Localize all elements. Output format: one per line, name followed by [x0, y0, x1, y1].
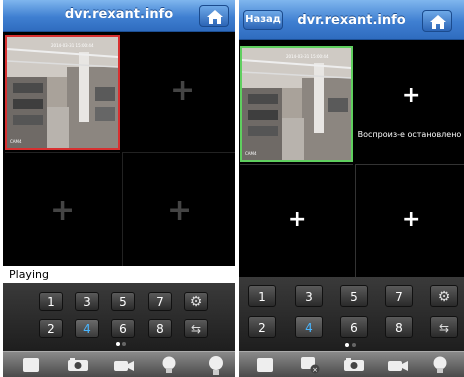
page-dot: [116, 342, 120, 346]
camera-timestamp: 2014-03-31 15:00:44: [286, 54, 329, 59]
control-panel: 1 3 5 7 ⚙ 2 4 6 8 ⇆: [3, 283, 235, 351]
channel-5-button[interactable]: 5: [111, 292, 135, 311]
settings-button[interactable]: ⚙: [430, 285, 458, 307]
camera-icon[interactable]: [67, 358, 89, 372]
left-screen: dvr.rexant.info 2014-03-31 15:00:44 CAM4…: [3, 0, 235, 377]
home-button[interactable]: [199, 5, 229, 27]
toolbar: ×: [239, 351, 464, 377]
home-icon: [207, 10, 223, 24]
home-icon: [430, 15, 446, 29]
video-grid: 2014-03-31 15:00:44 CAM4 + Воспроиз-е ос…: [239, 41, 464, 277]
close-view-icon[interactable]: ×: [300, 356, 320, 374]
video-icon[interactable]: [113, 358, 135, 372]
channel-4-button[interactable]: 4: [75, 319, 99, 338]
svg-text:×: ×: [312, 366, 318, 374]
stop-icon[interactable]: [257, 358, 273, 372]
channel-7-button[interactable]: 7: [385, 285, 413, 307]
swap-button[interactable]: ⇆: [184, 319, 208, 338]
settings-button[interactable]: ⚙: [184, 292, 208, 311]
bulb-icon[interactable]: [161, 356, 177, 375]
channel-1-button[interactable]: 1: [248, 285, 276, 307]
channel-2-button[interactable]: 2: [248, 316, 276, 338]
camera-feed: [242, 48, 351, 160]
channel-5-button[interactable]: 5: [340, 285, 368, 307]
video-cell-2[interactable]: +: [122, 35, 235, 150]
add-video-icon: +: [402, 207, 421, 232]
add-video-icon: +: [170, 73, 196, 108]
gear-icon: ⚙: [189, 294, 203, 310]
title-bar: dvr.rexant.info: [3, 0, 235, 32]
add-video-icon: +: [50, 193, 76, 228]
microphone-icon[interactable]: [206, 355, 226, 376]
right-screen: Назад dvr.rexant.info 2014-03-31 15:00:4…: [239, 0, 464, 377]
video-cell-4[interactable]: +: [122, 152, 235, 266]
swap-button[interactable]: ⇆: [430, 316, 458, 338]
toolbar: [3, 351, 235, 377]
channel-8-button[interactable]: 8: [148, 319, 172, 338]
channel-6-button[interactable]: 6: [111, 319, 135, 338]
add-video-icon: +: [167, 193, 193, 228]
video-cell-3[interactable]: +: [240, 164, 353, 277]
swap-icon: ⇆: [438, 321, 450, 335]
camera-label: CAM4: [245, 151, 257, 156]
channel-4-button[interactable]: 4: [295, 316, 323, 338]
swap-icon: ⇆: [190, 322, 202, 336]
channel-7-button[interactable]: 7: [148, 292, 172, 311]
page-dot: [352, 343, 356, 347]
channel-3-button[interactable]: 3: [75, 292, 99, 311]
channel-1-button[interactable]: 1: [39, 292, 63, 311]
page-dot: [345, 343, 349, 347]
channel-2-button[interactable]: 2: [39, 319, 63, 338]
stop-icon[interactable]: [23, 358, 39, 372]
bulb-icon[interactable]: [432, 356, 448, 375]
video-cell-3[interactable]: +: [5, 152, 120, 266]
playback-stopped-label: Воспроиз-е остановлено: [357, 130, 462, 139]
add-video-icon: +: [288, 207, 307, 232]
video-cell-4[interactable]: +: [355, 164, 464, 277]
camera-feed: [7, 37, 118, 148]
channel-6-button[interactable]: 6: [340, 316, 368, 338]
channel-8-button[interactable]: 8: [385, 316, 413, 338]
gear-icon: ⚙: [437, 289, 451, 305]
camera-timestamp: 2014-03-31 15:00:44: [51, 43, 94, 48]
camera-icon[interactable]: [343, 358, 365, 372]
playback-status: Playing: [3, 266, 235, 283]
add-video-icon: +: [402, 83, 421, 108]
home-button[interactable]: [422, 10, 452, 32]
video-cell-1[interactable]: 2014-03-31 15:00:44 CAM4: [240, 46, 353, 162]
page-dot: [122, 342, 126, 346]
video-icon[interactable]: [387, 358, 409, 372]
channel-3-button[interactable]: 3: [295, 285, 323, 307]
video-cell-2[interactable]: + Воспроиз-е остановлено: [355, 46, 464, 162]
title-bar: Назад dvr.rexant.info: [239, 0, 464, 40]
camera-label: CAM4: [10, 139, 22, 144]
video-grid: 2014-03-31 15:00:44 CAM4 + + +: [3, 33, 235, 266]
control-panel: 1 3 5 7 ⚙ 2 4 6 8 ⇆: [239, 277, 464, 351]
video-cell-1[interactable]: 2014-03-31 15:00:44 CAM4: [5, 35, 120, 150]
